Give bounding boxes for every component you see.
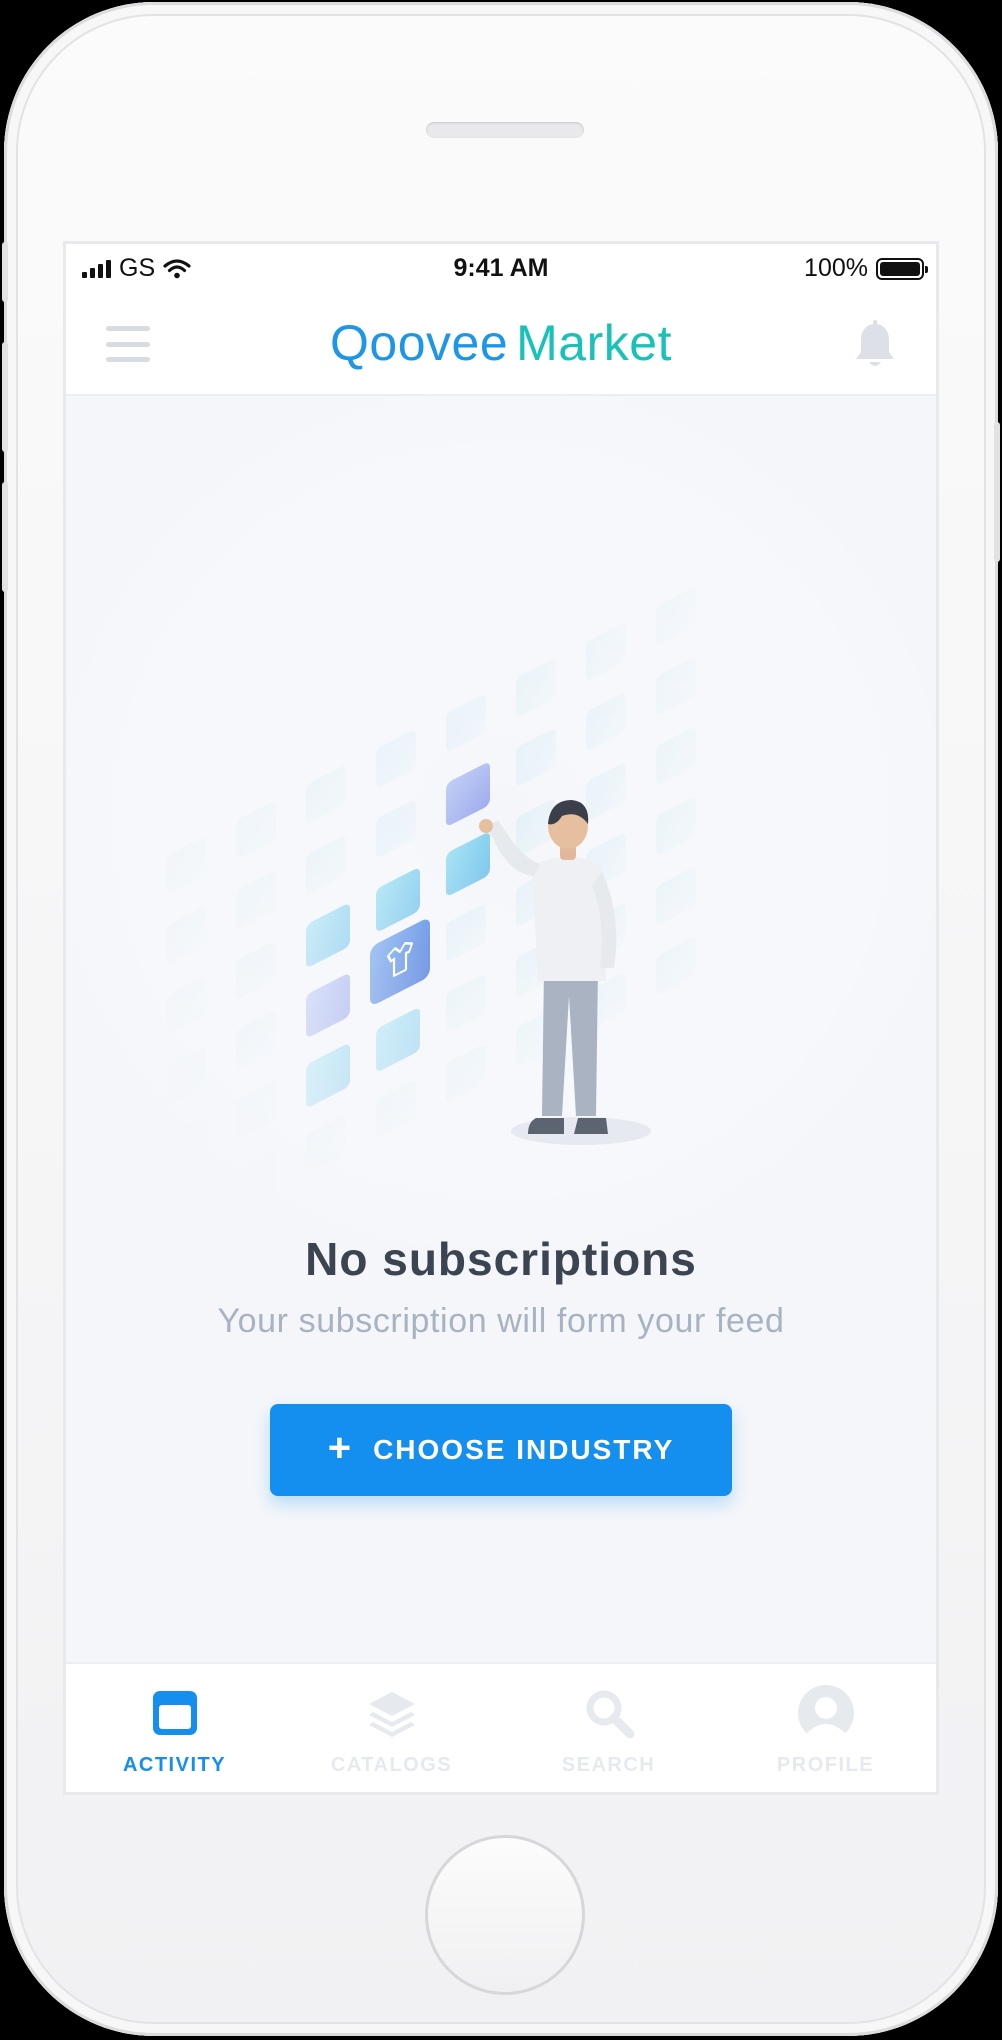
bell-icon[interactable]	[852, 320, 898, 370]
app-logo: Qoovee Market	[66, 314, 936, 372]
volume-down-button	[2, 482, 8, 592]
window-icon	[152, 1691, 197, 1735]
battery-percent: 100%	[804, 254, 868, 282]
power-button	[994, 422, 1000, 562]
tab-catalogs[interactable]: CATALOGS	[283, 1664, 500, 1792]
tab-search-label: SEARCH	[561, 1754, 656, 1776]
logo-primary: Qoovee	[330, 315, 509, 371]
plus-icon: +	[327, 1426, 354, 1470]
tab-catalogs-label: CATALOGS	[330, 1754, 453, 1776]
tab-activity[interactable]: ACTIVITY	[66, 1664, 283, 1792]
tab-profile[interactable]: PROFILE	[717, 1664, 934, 1792]
tab-activity-label: ACTIVITY	[122, 1754, 227, 1776]
empty-state-title: No subscriptions	[305, 1233, 697, 1285]
layers-icon	[368, 1692, 415, 1737]
empty-state-illustration	[66, 396, 936, 1246]
avatar-icon	[797, 1685, 854, 1741]
app-header: Qoovee Market	[66, 292, 936, 396]
mute-switch	[2, 242, 8, 302]
choose-industry-button[interactable]: + CHOOSE INDUSTRY	[270, 1404, 732, 1496]
tab-profile-label: PROFILE	[776, 1754, 875, 1776]
tab-search[interactable]: SEARCH	[500, 1664, 717, 1792]
app-screen: GS 9:41 AM 100% Qoovee Market No subscri…	[66, 244, 936, 1792]
search-icon	[586, 1690, 634, 1739]
empty-state-subtitle: Your subscription will form your feed	[217, 1302, 785, 1340]
choose-industry-label: CHOOSE INDUSTRY	[373, 1434, 675, 1465]
battery-icon	[876, 257, 928, 280]
bottom-tab-bar: ACTIVITY CATALOGS SEARCH PROFILE	[66, 1662, 936, 1792]
status-bar: GS 9:41 AM 100%	[66, 244, 936, 292]
home-button[interactable]	[425, 1835, 585, 1995]
logo-secondary: Market	[516, 315, 672, 371]
battery-info: 100%	[804, 254, 928, 283]
volume-up-button	[2, 342, 8, 452]
earpiece-speaker	[426, 122, 584, 138]
